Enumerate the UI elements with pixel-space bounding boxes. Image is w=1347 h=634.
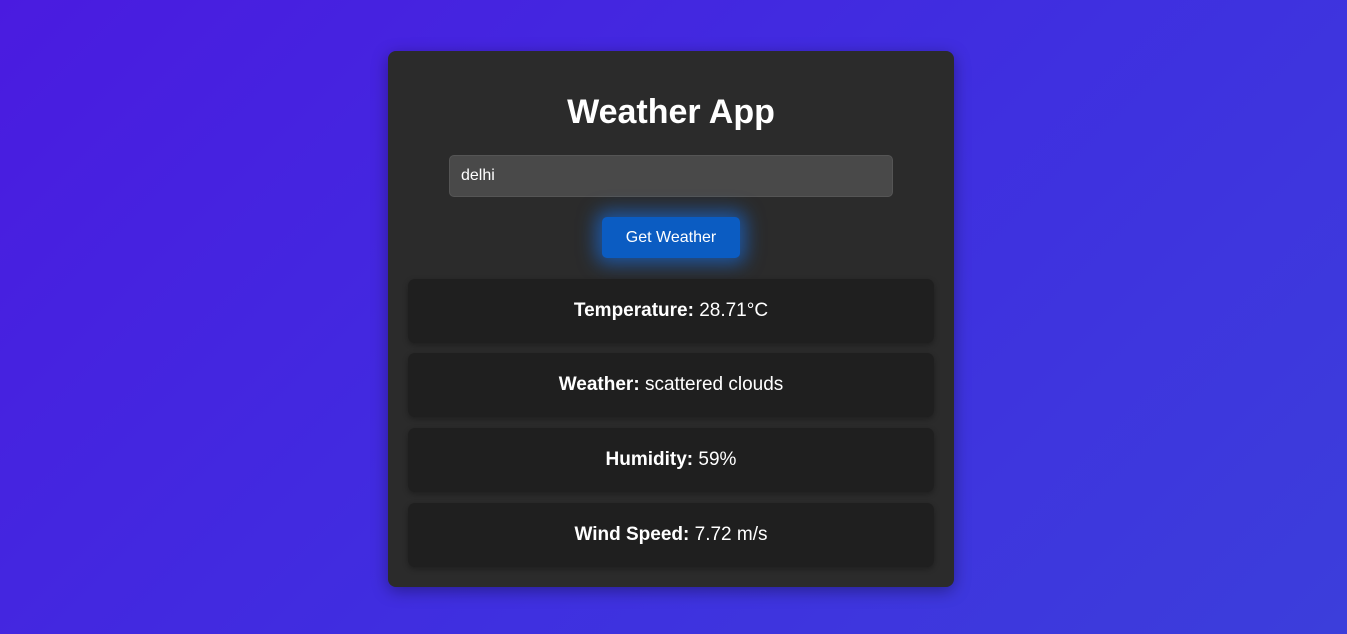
- get-weather-button[interactable]: Get Weather: [602, 217, 740, 258]
- temperature-label: Temperature:: [573, 300, 694, 321]
- app-title: Weather App: [567, 93, 775, 131]
- humidity-label: Humidity:: [605, 449, 694, 470]
- weather-label: Weather:: [558, 374, 640, 395]
- city-input[interactable]: [449, 155, 893, 197]
- humidity-value: 59%: [698, 449, 737, 470]
- wind-speed-box: Wind Speed: 7.72 m/s: [408, 503, 934, 567]
- temperature-box: Temperature: 28.71°C: [408, 279, 934, 343]
- weather-box: Weather: scattered clouds: [408, 353, 934, 417]
- weather-value: scattered clouds: [644, 374, 784, 395]
- wind-speed-label: Wind Speed:: [574, 524, 690, 545]
- wind-speed-value: 7.72 m/s: [694, 524, 768, 545]
- temperature-value: 28.71°C: [699, 300, 769, 321]
- weather-card: Weather App Get Weather Temperature: 28.…: [388, 51, 954, 587]
- humidity-box: Humidity: 59%: [408, 428, 934, 492]
